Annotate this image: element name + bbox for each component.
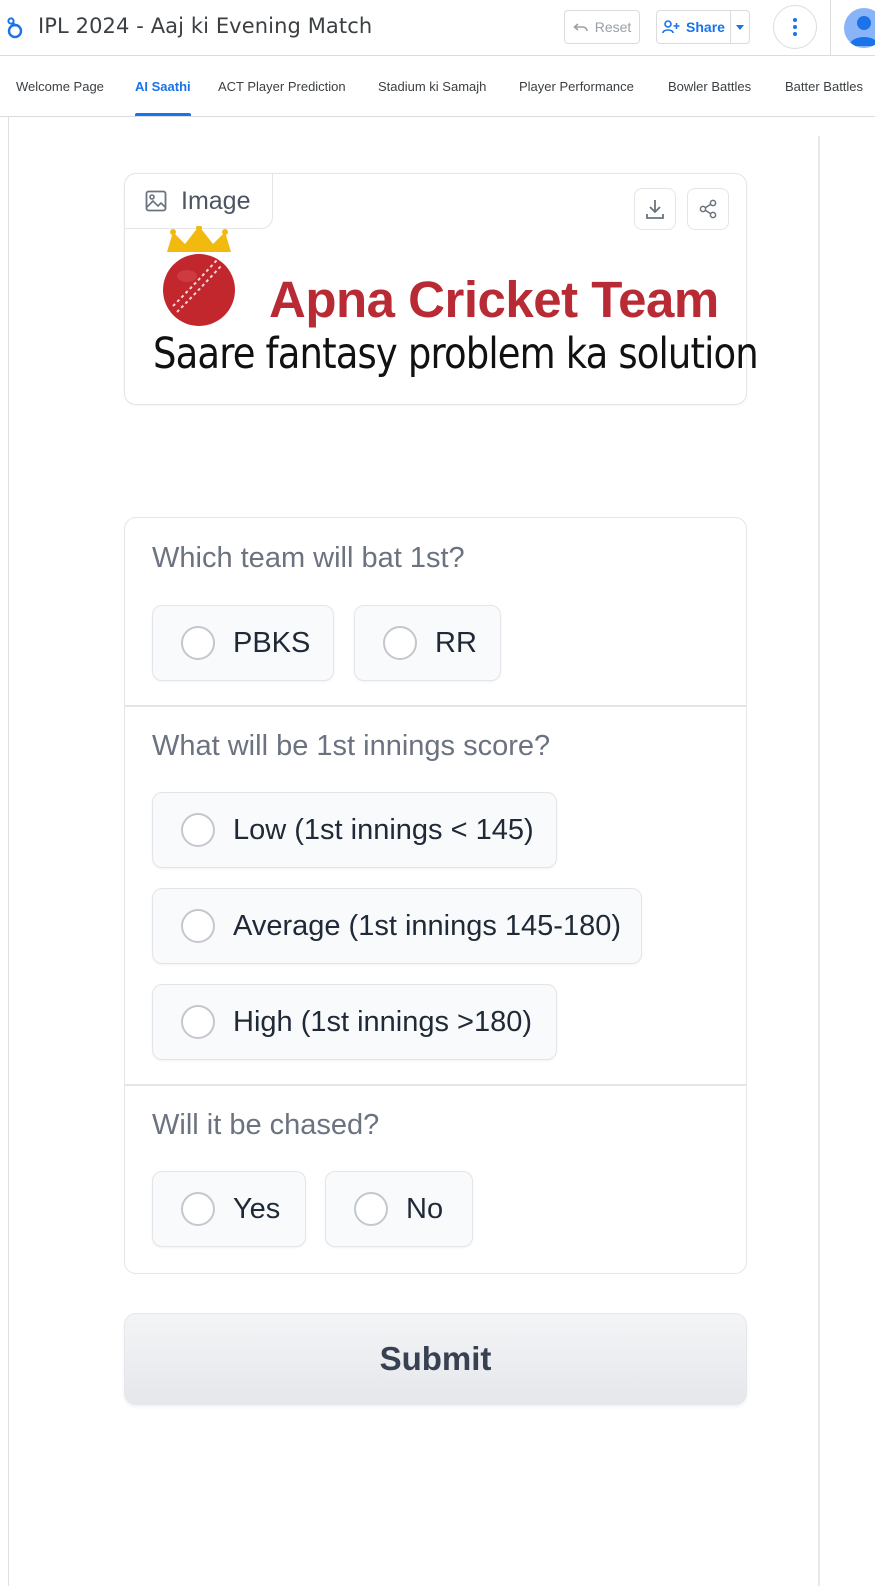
radio-button[interactable] [354, 1192, 388, 1226]
undo-icon [572, 23, 588, 32]
option-label: Yes [233, 1192, 281, 1225]
tab-bowler-battles[interactable]: Bowler Battles [668, 57, 751, 116]
radio-button[interactable] [181, 626, 215, 660]
option-label: PBKS [233, 626, 311, 659]
option-low[interactable]: Low (1st innings < 145) [152, 792, 557, 868]
share-dropdown[interactable] [731, 11, 749, 43]
submit-button[interactable]: Submit [124, 1313, 747, 1405]
tab-welcome-page[interactable]: Welcome Page [16, 57, 104, 116]
option-rr[interactable]: RR [354, 605, 501, 681]
share-main[interactable]: Share [657, 11, 731, 43]
radio-button[interactable] [383, 626, 417, 660]
option-label: Average (1st innings 145-180) [233, 909, 621, 942]
brand-title: Apna Cricket Team [269, 271, 719, 328]
content-scrollbar[interactable] [818, 136, 820, 1586]
option-no[interactable]: No [325, 1171, 473, 1247]
option-average[interactable]: Average (1st innings 145-180) [152, 888, 642, 964]
cricket-ball-crown-logo [163, 226, 235, 326]
brand-tagline: Saare fantasy problem ka solution [153, 329, 759, 379]
more-vert-icon [793, 18, 797, 36]
share-icon [699, 199, 717, 219]
tab-stadium-ki-samajh[interactable]: Stadium ki Samajh [378, 57, 486, 116]
download-icon [646, 200, 664, 219]
question-innings-score: What will be 1st innings score? [152, 730, 551, 762]
content-frame-left [8, 117, 9, 1586]
question-chased: Will it be chased? [152, 1109, 380, 1141]
tab-act-player-prediction[interactable]: ACT Player Prediction [218, 57, 346, 116]
image-icon [145, 190, 167, 212]
option-label: High (1st innings >180) [233, 1005, 533, 1038]
add-person-icon [662, 20, 680, 34]
reset-label: Reset [594, 19, 632, 35]
option-high[interactable]: High (1st innings >180) [152, 984, 557, 1060]
app-title: IPL 2024 - Aaj ki Evening Match [38, 14, 373, 38]
option-label: No [406, 1192, 444, 1225]
more-options-button[interactable] [773, 5, 817, 49]
section-divider [125, 705, 746, 707]
section-divider [125, 1084, 746, 1086]
radio-button[interactable] [181, 909, 215, 943]
prediction-form: Which team will bat 1st? PBKS RR What wi… [124, 517, 747, 1274]
radio-button[interactable] [181, 813, 215, 847]
app-logo-icon [7, 17, 23, 39]
option-yes[interactable]: Yes [152, 1171, 306, 1247]
option-label: Low (1st innings < 145) [233, 813, 534, 846]
tab-player-performance[interactable]: Player Performance [519, 57, 634, 116]
question-bat-first: Which team will bat 1st? [152, 542, 465, 574]
radio-button[interactable] [181, 1005, 215, 1039]
reset-button[interactable]: Reset [564, 10, 640, 44]
image-card: Image Apna Cricket Team Saare fantasy pr… [124, 173, 759, 405]
top-bar: IPL 2024 - Aaj ki Evening Match Reset Sh… [0, 0, 875, 56]
option-pbks[interactable]: PBKS [152, 605, 334, 681]
download-button[interactable] [634, 188, 676, 230]
radio-button[interactable] [181, 1192, 215, 1226]
image-label-text: Image [181, 186, 251, 215]
share-label: Share [686, 19, 725, 35]
page-tabs: Welcome Page AI Saathi ACT Player Predic… [0, 57, 875, 117]
caret-down-icon [736, 24, 744, 30]
option-label: RR [435, 626, 477, 659]
image-label: Image [124, 173, 273, 229]
share-image-button[interactable] [687, 188, 729, 230]
tab-batter-battles[interactable]: Batter Battles [785, 57, 863, 116]
tab-ai-saathi[interactable]: AI Saathi [135, 57, 191, 116]
share-button[interactable]: Share [656, 10, 750, 44]
